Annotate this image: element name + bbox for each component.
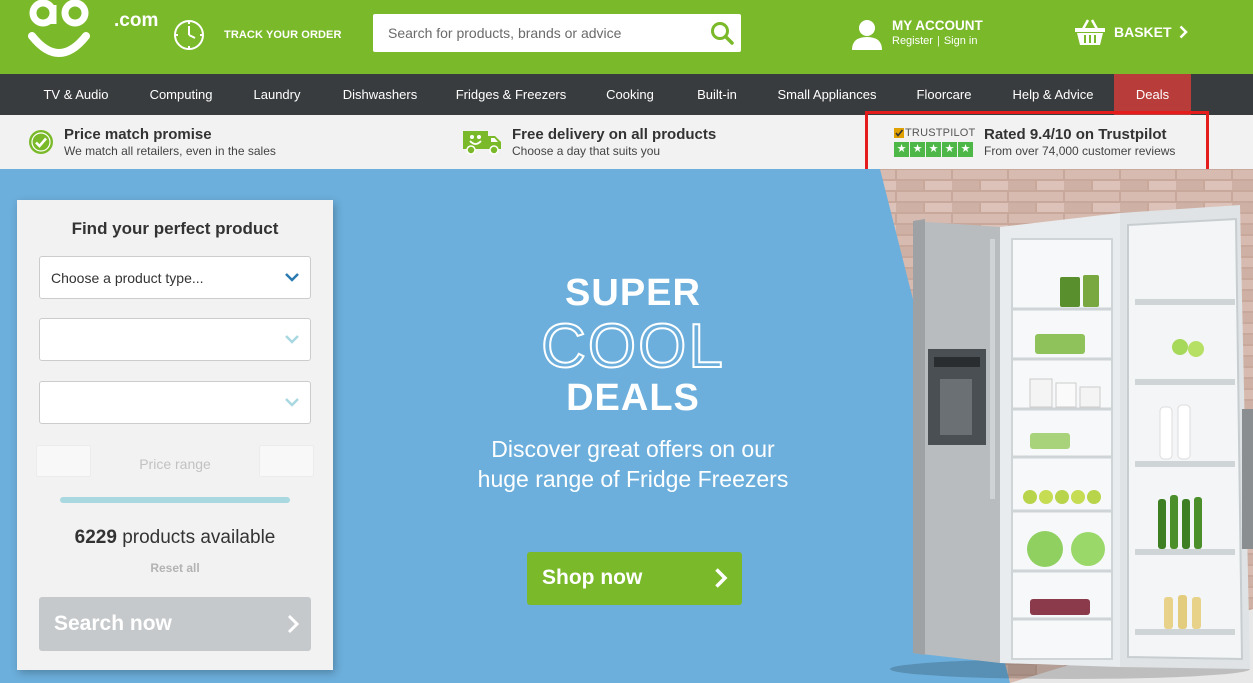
nav-item-laundry[interactable]: Laundry	[243, 74, 311, 115]
basket-label: BASKET	[1114, 24, 1172, 40]
chevron-down-icon	[285, 273, 299, 282]
product-type-select[interactable]: Choose a product type...	[39, 256, 311, 299]
shop-now-label: Shop now	[542, 566, 643, 589]
search-input[interactable]	[373, 14, 703, 52]
user-icon[interactable]	[851, 18, 883, 50]
usp-price-match-title: Price match promise	[64, 126, 212, 143]
hero-subtitle-line1: Discover great offers on our	[491, 436, 775, 462]
usp-free-delivery-text: Free delivery on all products Choose a d…	[512, 126, 716, 158]
usp-price-match-text: Price match promise We match all retaile…	[64, 126, 276, 158]
nav-item-deals[interactable]: Deals	[1114, 74, 1191, 115]
product-count: 6229	[74, 527, 117, 548]
hero-cool: COOL	[540, 311, 725, 382]
my-account-link[interactable]: MY ACCOUNT	[892, 18, 983, 33]
ao-logo[interactable]: .com	[28, 0, 158, 64]
reset-all-link[interactable]: Reset all	[17, 561, 333, 575]
nav-item-fridges-freezers[interactable]: Fridges & Freezers	[448, 74, 574, 115]
search-bar	[373, 14, 741, 52]
main-nav: TV & Audio Computing Laundry Dishwashers…	[0, 74, 1253, 115]
chevron-down-icon	[285, 335, 299, 344]
account-text: MY ACCOUNT Register | Sign in	[892, 18, 983, 47]
finder-title: Find your perfect product	[71, 219, 279, 238]
price-range-slider[interactable]	[60, 497, 290, 503]
search-icon[interactable]	[709, 20, 735, 46]
register-link[interactable]: Register	[892, 35, 933, 47]
filter-select-2[interactable]	[39, 318, 311, 361]
nav-item-computing[interactable]: Computing	[140, 74, 222, 115]
product-finder: Find your perfect product Choose a produ…	[17, 200, 333, 670]
track-order-label: TRACK YOUR ORDER	[224, 29, 342, 41]
chevron-right-icon	[1179, 25, 1188, 39]
usp-free-delivery-sub: Choose a day that suits you	[512, 144, 661, 158]
usp-free-delivery-title: Free delivery on all products	[512, 126, 717, 143]
products-available: 6229 products available	[17, 527, 333, 549]
sign-in-link[interactable]: Sign in	[944, 35, 978, 47]
nav-item-tv-audio[interactable]: TV & Audio	[30, 74, 122, 115]
filter-select-3[interactable]	[39, 381, 311, 424]
nav-item-cooking[interactable]: Cooking	[598, 74, 662, 115]
usp-price-match-sub: We match all retailers, even in the sale…	[64, 144, 276, 158]
search-now-button[interactable]: Search now	[39, 597, 311, 651]
site-header: .com TRACK YOUR ORDER MY ACCOUNT Regi	[0, 0, 1253, 74]
hero-deals: DEALS	[566, 377, 700, 419]
fridge-freezer-image	[890, 205, 1253, 679]
product-type-value: Choose a product type...	[51, 270, 204, 286]
basket-icon	[1075, 19, 1105, 45]
product-count-suffix: products available	[122, 527, 276, 548]
chevron-down-icon	[285, 398, 299, 407]
ao-logo-icon	[28, 0, 90, 57]
nav-item-small-appliances[interactable]: Small Appliances	[770, 74, 884, 115]
shop-now-button[interactable]: Shop now	[527, 552, 742, 605]
price-max-box[interactable]	[259, 445, 314, 477]
basket-link[interactable]: BASKET	[1074, 18, 1188, 46]
delivery-van-icon	[463, 131, 501, 155]
track-order-link[interactable]: TRACK YOUR ORDER	[172, 18, 342, 52]
nav-item-built-in[interactable]: Built-in	[687, 74, 747, 115]
hero-subtitle-line2: huge range of Fridge Freezers	[477, 466, 789, 492]
search-now-label: Search now	[54, 612, 172, 635]
nav-item-dishwashers[interactable]: Dishwashers	[333, 74, 427, 115]
account-links: Register | Sign in	[892, 35, 978, 47]
check-circle-icon	[29, 130, 53, 154]
nav-item-help-advice[interactable]: Help & Advice	[1003, 74, 1103, 115]
clock-icon	[174, 20, 204, 50]
logo-domain: .com	[114, 10, 159, 31]
my-account: MY ACCOUNT Register | Sign in	[851, 18, 983, 50]
usp-price-match[interactable]: Price match promise We match all retaile…	[28, 115, 276, 169]
usp-free-delivery[interactable]: Free delivery on all products Choose a d…	[462, 115, 716, 169]
chevron-right-icon	[287, 614, 299, 634]
chevron-right-icon	[715, 568, 728, 588]
nav-item-floorcare[interactable]: Floorcare	[908, 74, 980, 115]
hero-super: SUPER	[565, 272, 701, 314]
